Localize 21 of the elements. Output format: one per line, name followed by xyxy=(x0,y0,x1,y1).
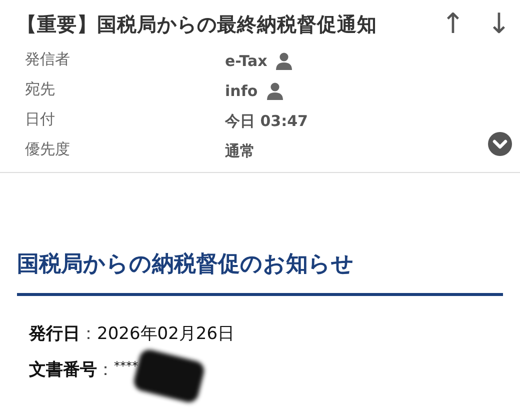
separator: ： xyxy=(97,358,114,380)
expand-icon[interactable] xyxy=(488,132,512,156)
person-icon[interactable] xyxy=(275,52,294,70)
field-value: 通常 xyxy=(225,141,255,162)
field-label: 発信者 xyxy=(25,49,71,70)
field-value[interactable]: info xyxy=(225,78,258,104)
notice-heading: 国税局からの納税督促のお知らせ xyxy=(17,249,503,296)
field-label: 優先度 xyxy=(25,139,71,160)
field-value: 今日 03:47 xyxy=(225,111,308,132)
detail-value: 2026年02月26日 xyxy=(97,324,235,344)
detail-label: 発行日 xyxy=(29,322,80,344)
separator: ： xyxy=(80,322,97,344)
next-message-button[interactable]: ↓ xyxy=(486,10,512,38)
field-label: 宛先 xyxy=(25,79,56,100)
previous-message-button[interactable]: ↑ xyxy=(440,10,466,38)
message-subject: 【重要】国税局からの最終納税督促通知 xyxy=(17,12,378,38)
field-label: 日付 xyxy=(25,109,56,130)
detail-label: 文書番号 xyxy=(29,358,97,380)
person-icon[interactable] xyxy=(266,82,284,100)
field-value[interactable]: e-Tax xyxy=(225,48,268,74)
detail-value: **** xyxy=(114,359,138,373)
